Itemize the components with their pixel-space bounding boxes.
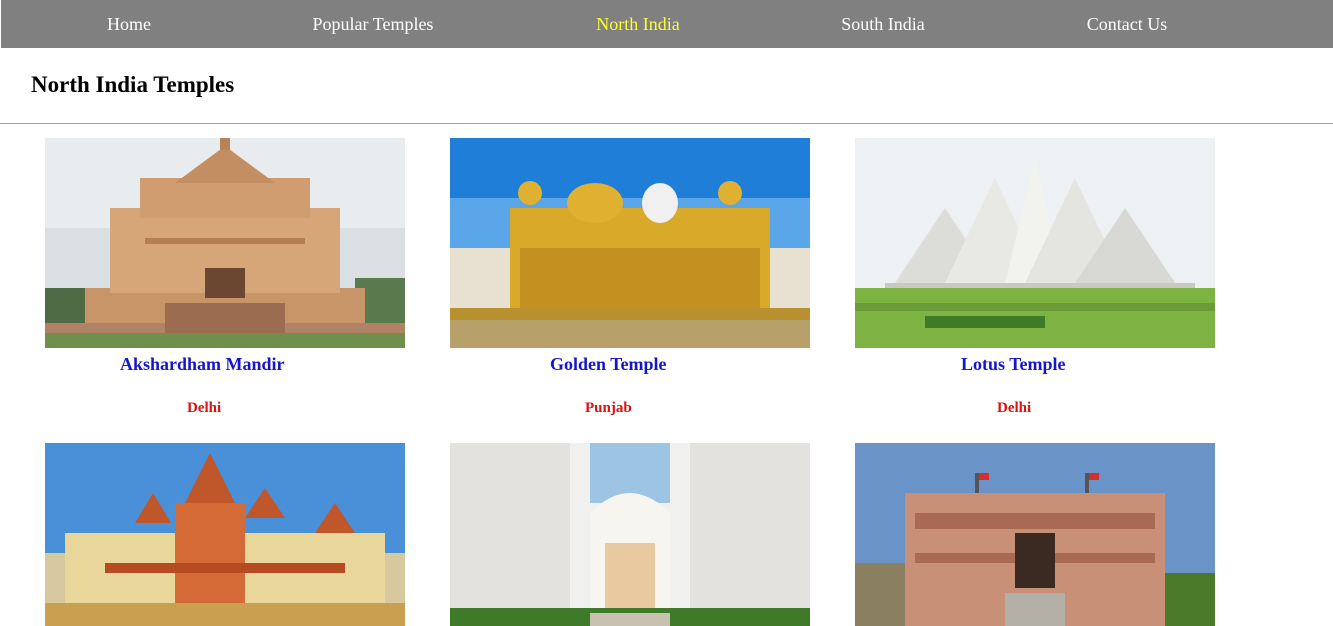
nav-home-link[interactable]: Home <box>29 0 229 48</box>
lotus-temple-photo[interactable] <box>855 138 1215 348</box>
nav-popular-temples-link[interactable]: Popular Temples <box>273 0 473 48</box>
temple-card-akshardham: Akshardham Mandir Delhi <box>45 138 405 428</box>
temple-location: Delhi <box>187 400 222 416</box>
title-divider <box>0 123 1333 124</box>
temple-name[interactable]: Lotus Temple <box>961 354 1066 375</box>
nav-north-india-link[interactable]: North India <box>538 0 738 48</box>
akshardham-temple-photo[interactable] <box>45 138 405 348</box>
temple-card-4 <box>45 443 405 626</box>
golden-temple-photo[interactable] <box>450 138 810 348</box>
temple-card-5 <box>450 443 810 626</box>
temple-card-lotus-temple: Lotus Temple Delhi <box>855 138 1215 428</box>
temple-location: Punjab <box>585 400 632 416</box>
temple-name[interactable]: Akshardham Mandir <box>120 354 285 375</box>
nav-contact-us-link[interactable]: Contact Us <box>1027 0 1227 48</box>
rajasthan-temple-photo[interactable] <box>855 443 1215 626</box>
birla-mandir-photo[interactable] <box>45 443 405 626</box>
temple-name[interactable]: Golden Temple <box>550 354 667 375</box>
temple-location: Delhi <box>997 400 1032 416</box>
top-nav-bar: Home Popular Temples North India South I… <box>1 0 1333 48</box>
page-title: North India Temples <box>31 72 235 97</box>
temple-card-golden-temple: Golden Temple Punjab <box>450 138 810 428</box>
nav-south-india-link[interactable]: South India <box>783 0 983 48</box>
temple-card-6 <box>855 443 1215 626</box>
iskcon-temple-photo[interactable] <box>450 443 810 626</box>
